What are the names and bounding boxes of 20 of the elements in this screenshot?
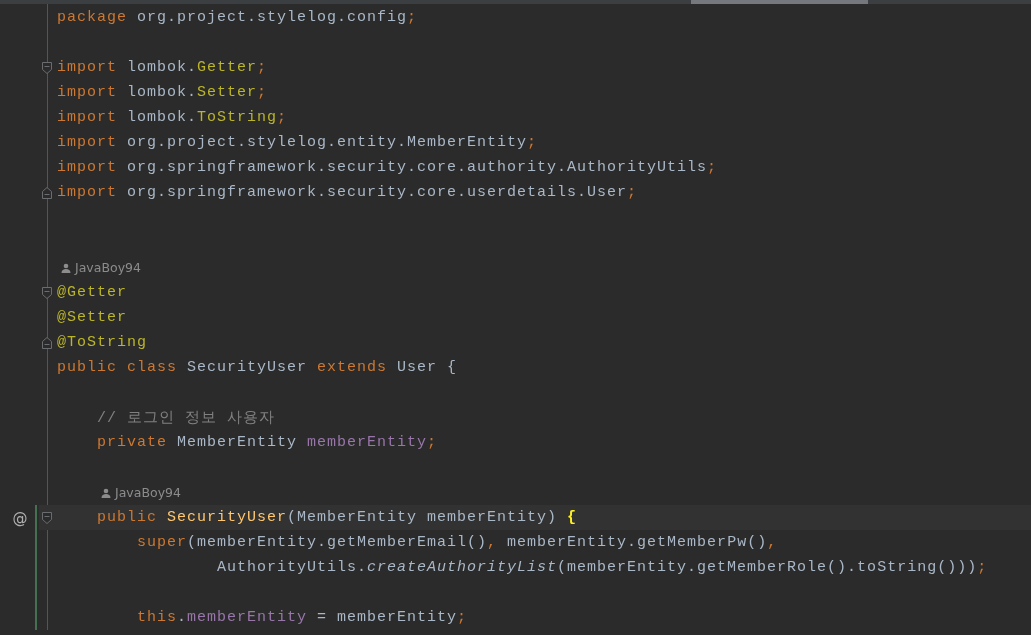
code-line: public class SecurityUser extends User { (57, 359, 458, 376)
code-line: private MemberEntity memberEntity; (96, 434, 438, 451)
code-line: @Setter (57, 309, 127, 326)
code-line: import lombok.Setter; (57, 84, 268, 101)
code-line: import org.springframework.security.core.userdetails.User; (57, 184, 638, 201)
code-line: package org.project.stylelog.config; (57, 9, 418, 26)
code-line: import org.springframework.security.core.authority.AuthorityUtils; (57, 159, 718, 176)
code-line: public SecurityUser(MemberEntity memberEntity) { (96, 509, 578, 526)
code-line: this.memberEntity = memberEntity; (136, 609, 468, 626)
code-line: import lombok.ToString; (57, 109, 288, 126)
code-line: @Getter (57, 284, 127, 301)
code-line: super(memberEntity.getMemberEmail(), memberEntity.getMemberPw(), (136, 534, 778, 551)
code-line: import org.project.stylelog.entity.MemberEntity; (57, 134, 538, 151)
code-line: import lombok.Getter; (57, 59, 268, 76)
author-hint[interactable]: JavaBoy94 (97, 485, 181, 500)
code-line: @ToString (57, 334, 147, 351)
code-line: // 로그인 정보 사용자 (96, 409, 275, 427)
code-line: AuthorityUtils.createAuthorityList(memberEntity.getMemberRole().toString())); (216, 559, 988, 576)
author-hint[interactable]: JavaBoy94 (57, 260, 141, 275)
override-mark[interactable]: @ (12, 508, 28, 527)
